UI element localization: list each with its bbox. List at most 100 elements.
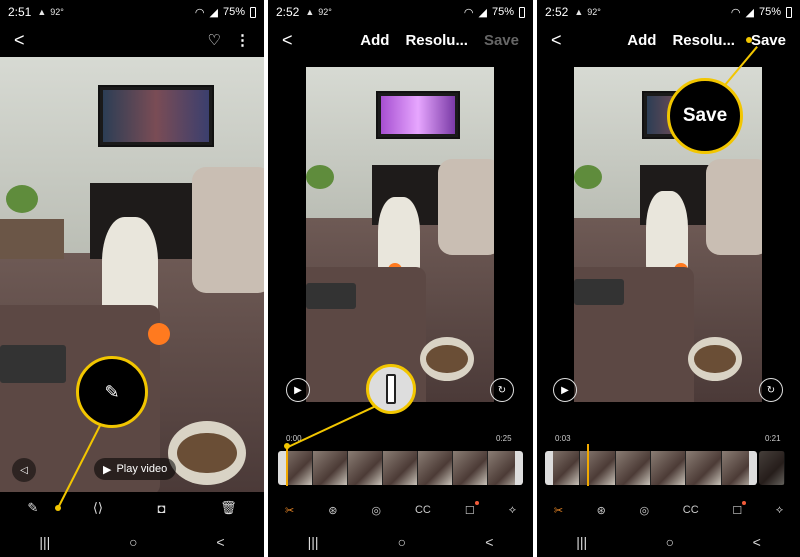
edit-button[interactable]: ✎ <box>27 500 38 516</box>
battery-icon <box>250 6 256 18</box>
playhead[interactable] <box>587 444 589 486</box>
resolution-button[interactable]: Resolu... <box>672 32 735 49</box>
system-navbar: ||| ○ < <box>0 527 264 557</box>
callout-save-highlight: Save <box>667 78 743 154</box>
home-button[interactable]: ○ <box>129 534 137 550</box>
adjust-tool-icon[interactable]: ◎ <box>640 504 650 517</box>
save-button[interactable]: Save <box>484 32 519 49</box>
share-button[interactable]: ⟨⟩ <box>93 500 103 516</box>
callout-save-text: Save <box>682 105 728 126</box>
battery-icon <box>519 6 525 18</box>
trim-end-time: 0:25 <box>496 434 512 443</box>
rotate-button[interactable]: ↻ <box>490 378 514 402</box>
battery-text: 75% <box>758 6 781 18</box>
play-button[interactable]: ▶ <box>553 378 577 402</box>
panel-video-editor-save: 2:52 ▲ 92° ◠ ◢ 75% < Add Resolu... Save … <box>537 0 800 557</box>
play-button[interactable]: ▶ <box>286 378 310 402</box>
trim-end-handle[interactable] <box>749 451 757 485</box>
alert-icon: ▲ <box>574 7 584 17</box>
editor-toolbar: < Add Resolu... Save <box>537 26 800 54</box>
sticker-tool-icon[interactable]: ☐ <box>465 500 479 517</box>
video-frame <box>0 57 264 492</box>
adjust-tool-icon[interactable]: ◎ <box>371 504 381 517</box>
system-navbar: ||| ○ < <box>268 527 533 557</box>
trim-timeline[interactable] <box>278 451 523 485</box>
trim-start-time: 0:03 <box>555 434 571 443</box>
subtitle-tool-icon[interactable]: CC <box>415 504 431 516</box>
recents-button[interactable]: ||| <box>39 534 50 550</box>
play-video-button[interactable]: ▶ Play video <box>94 458 177 480</box>
system-back-button[interactable]: < <box>216 534 224 550</box>
trim-tool-icon[interactable]: ✂ <box>554 504 563 517</box>
sticker-tool-icon[interactable]: ☐ <box>732 500 747 517</box>
share-icon: ⟨⟩ <box>92 500 104 515</box>
play-icon: ▶ <box>561 384 569 396</box>
status-bar: 2:51 ▲ 92° ◠ ◢ 75% <box>0 0 264 24</box>
more-options-button[interactable]: ⋮ <box>235 31 250 49</box>
more-tool-icon[interactable]: ⟡ <box>509 504 516 517</box>
trash-icon: 🗑 <box>220 500 237 515</box>
trim-end-handle[interactable] <box>515 451 523 485</box>
status-net: 92° <box>318 7 332 17</box>
instagram-button[interactable]: ◘ <box>158 501 166 516</box>
play-icon: ▶ <box>294 384 302 396</box>
video-preview <box>306 67 494 402</box>
status-net: 92° <box>50 7 64 17</box>
signal-icon: ◢ <box>478 6 487 19</box>
trim-end-time: 0:21 <box>765 434 781 443</box>
trim-start-handle[interactable] <box>545 451 553 485</box>
signal-icon: ◢ <box>745 6 754 19</box>
system-back-button[interactable]: < <box>485 534 493 550</box>
mute-icon: ◁ <box>20 464 28 476</box>
signal-icon: ◢ <box>209 6 218 19</box>
filter-tool-icon[interactable]: ⊛ <box>328 504 337 517</box>
filter-tool-icon[interactable]: ⊛ <box>597 504 606 517</box>
play-video-label: Play video <box>116 463 168 475</box>
callout-anchor-dot <box>284 443 290 449</box>
trim-tool-icon[interactable]: ✂ <box>285 504 294 517</box>
callout-leader-line <box>287 405 376 448</box>
wifi-icon: ◠ <box>194 6 205 19</box>
rotate-button[interactable]: ↻ <box>759 378 783 402</box>
tv <box>98 85 214 147</box>
recents-button[interactable]: ||| <box>576 534 587 550</box>
viewer-toolbar: < ♡ ⋮ <box>0 26 264 54</box>
editor-toolbar: < Add Resolu... Save <box>268 26 533 54</box>
panel-video-editor: 2:52 ▲ 92° ◠ ◢ 75% < Add Resolu... Save … <box>268 0 533 557</box>
play-icon: ▶ <box>103 463 112 476</box>
system-navbar: ||| ○ < <box>537 527 800 557</box>
trim-handle-zoom <box>386 374 396 404</box>
trim-start-handle[interactable] <box>278 451 286 485</box>
back-button[interactable]: < <box>551 30 562 51</box>
alert-icon: ▲ <box>305 7 315 17</box>
status-time: 2:52 <box>545 5 569 19</box>
rotate-icon: ↻ <box>497 384 507 396</box>
trim-timeline[interactable] <box>545 451 757 485</box>
add-button[interactable]: Add <box>360 32 389 49</box>
editor-tools: ✂ ⊛ ◎ CC ☐ ⟡ <box>268 498 533 522</box>
more-tool-icon[interactable]: ⟡ <box>776 504 783 517</box>
back-button[interactable]: < <box>282 30 293 51</box>
home-button[interactable]: ○ <box>666 534 674 550</box>
recents-button[interactable]: ||| <box>308 534 319 550</box>
home-button[interactable]: ○ <box>398 534 406 550</box>
wifi-icon: ◠ <box>463 6 474 19</box>
system-back-button[interactable]: < <box>753 534 761 550</box>
resolution-button[interactable]: Resolu... <box>405 32 468 49</box>
status-net: 92° <box>587 7 601 17</box>
callout-anchor-dot <box>746 37 752 43</box>
battery-icon <box>786 6 792 18</box>
add-button[interactable]: Add <box>627 32 656 49</box>
subtitle-tool-icon[interactable]: CC <box>683 504 699 516</box>
alert-icon: ▲ <box>37 7 47 17</box>
delete-button[interactable]: 🗑 <box>220 500 237 516</box>
editor-tools: ✂ ⊛ ◎ CC ☐ ⟡ <box>537 498 800 522</box>
favorite-button[interactable]: ♡ <box>208 31 221 49</box>
mute-button[interactable]: ◁ <box>12 458 36 482</box>
battery-text: 75% <box>491 6 514 18</box>
status-bar: 2:52 ▲ 92° ◠ ◢ 75% <box>268 0 533 24</box>
tv <box>376 91 460 139</box>
back-button[interactable]: < <box>14 30 25 51</box>
pencil-icon: ✎ <box>104 381 120 402</box>
playhead[interactable] <box>286 444 288 486</box>
